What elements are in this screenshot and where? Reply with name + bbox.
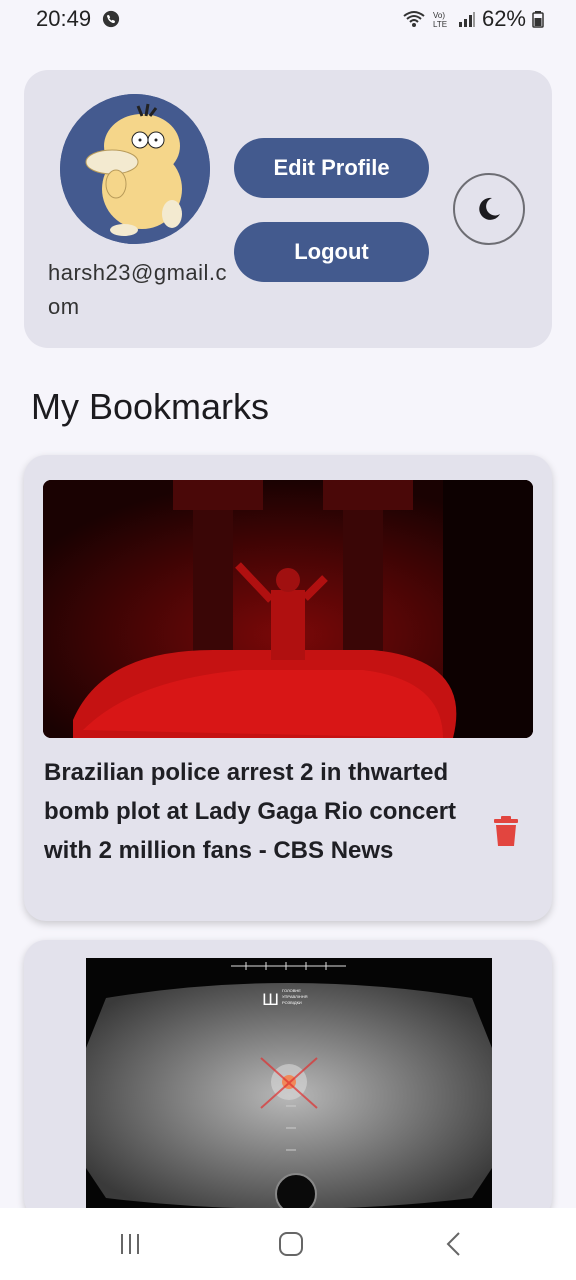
image-caption-line: РОЗВІДКИ	[282, 1000, 302, 1005]
user-email: harsh23@gmail.com	[48, 260, 228, 319]
avatar[interactable]	[60, 94, 210, 244]
back-icon[interactable]	[440, 1230, 470, 1258]
profile-card: harsh23@gmail.com Edit Profile Logout	[24, 70, 552, 348]
battery-icon	[532, 11, 544, 28]
edit-profile-button[interactable]: Edit Profile	[234, 138, 429, 198]
status-bar: 20:49 Vo) LTE 62%	[0, 0, 576, 40]
svg-text:Vo): Vo)	[433, 11, 445, 20]
bookmarks-heading: My Bookmarks	[31, 386, 270, 427]
bookmark-title: Brazilian police arrest 2 in thwarted bo…	[44, 759, 457, 864]
moon-icon	[479, 197, 500, 220]
status-right-icons: Vo) LTE 62%	[402, 6, 544, 32]
logout-button[interactable]: Logout	[234, 222, 429, 282]
image-caption-line: УПРАВЛІННЯ	[282, 994, 308, 999]
call-icon	[102, 10, 120, 28]
bookmark-card[interactable]: Brazilian police arrest 2 in thwarted bo…	[24, 455, 552, 921]
bookmark-image	[43, 480, 533, 738]
image-caption-line: ГОЛОВНЕ	[282, 988, 301, 993]
bookmark-card[interactable]: Ш ГОЛОВНЕ УПРАВЛІННЯ РОЗВІДКИ ×	[24, 940, 552, 1220]
psyduck-avatar-image	[60, 94, 210, 244]
trash-icon[interactable]	[492, 815, 520, 847]
volte-icon: Vo) LTE	[433, 11, 447, 28]
bookmark-image: Ш ГОЛОВНЕ УПРАВЛІННЯ РОЗВІДКИ ×	[86, 958, 492, 1220]
svg-text:LTE: LTE	[433, 20, 447, 28]
battery-percent: 62%	[481, 6, 526, 31]
home-icon[interactable]	[276, 1230, 306, 1258]
recents-icon[interactable]	[115, 1230, 145, 1258]
theme-toggle-button[interactable]	[453, 173, 525, 245]
svg-text:Ш: Ш	[262, 990, 279, 1009]
status-time: 20:49	[36, 6, 92, 31]
wifi-icon	[403, 11, 425, 27]
system-nav-bar	[0, 1208, 576, 1280]
signal-icon	[458, 12, 475, 27]
